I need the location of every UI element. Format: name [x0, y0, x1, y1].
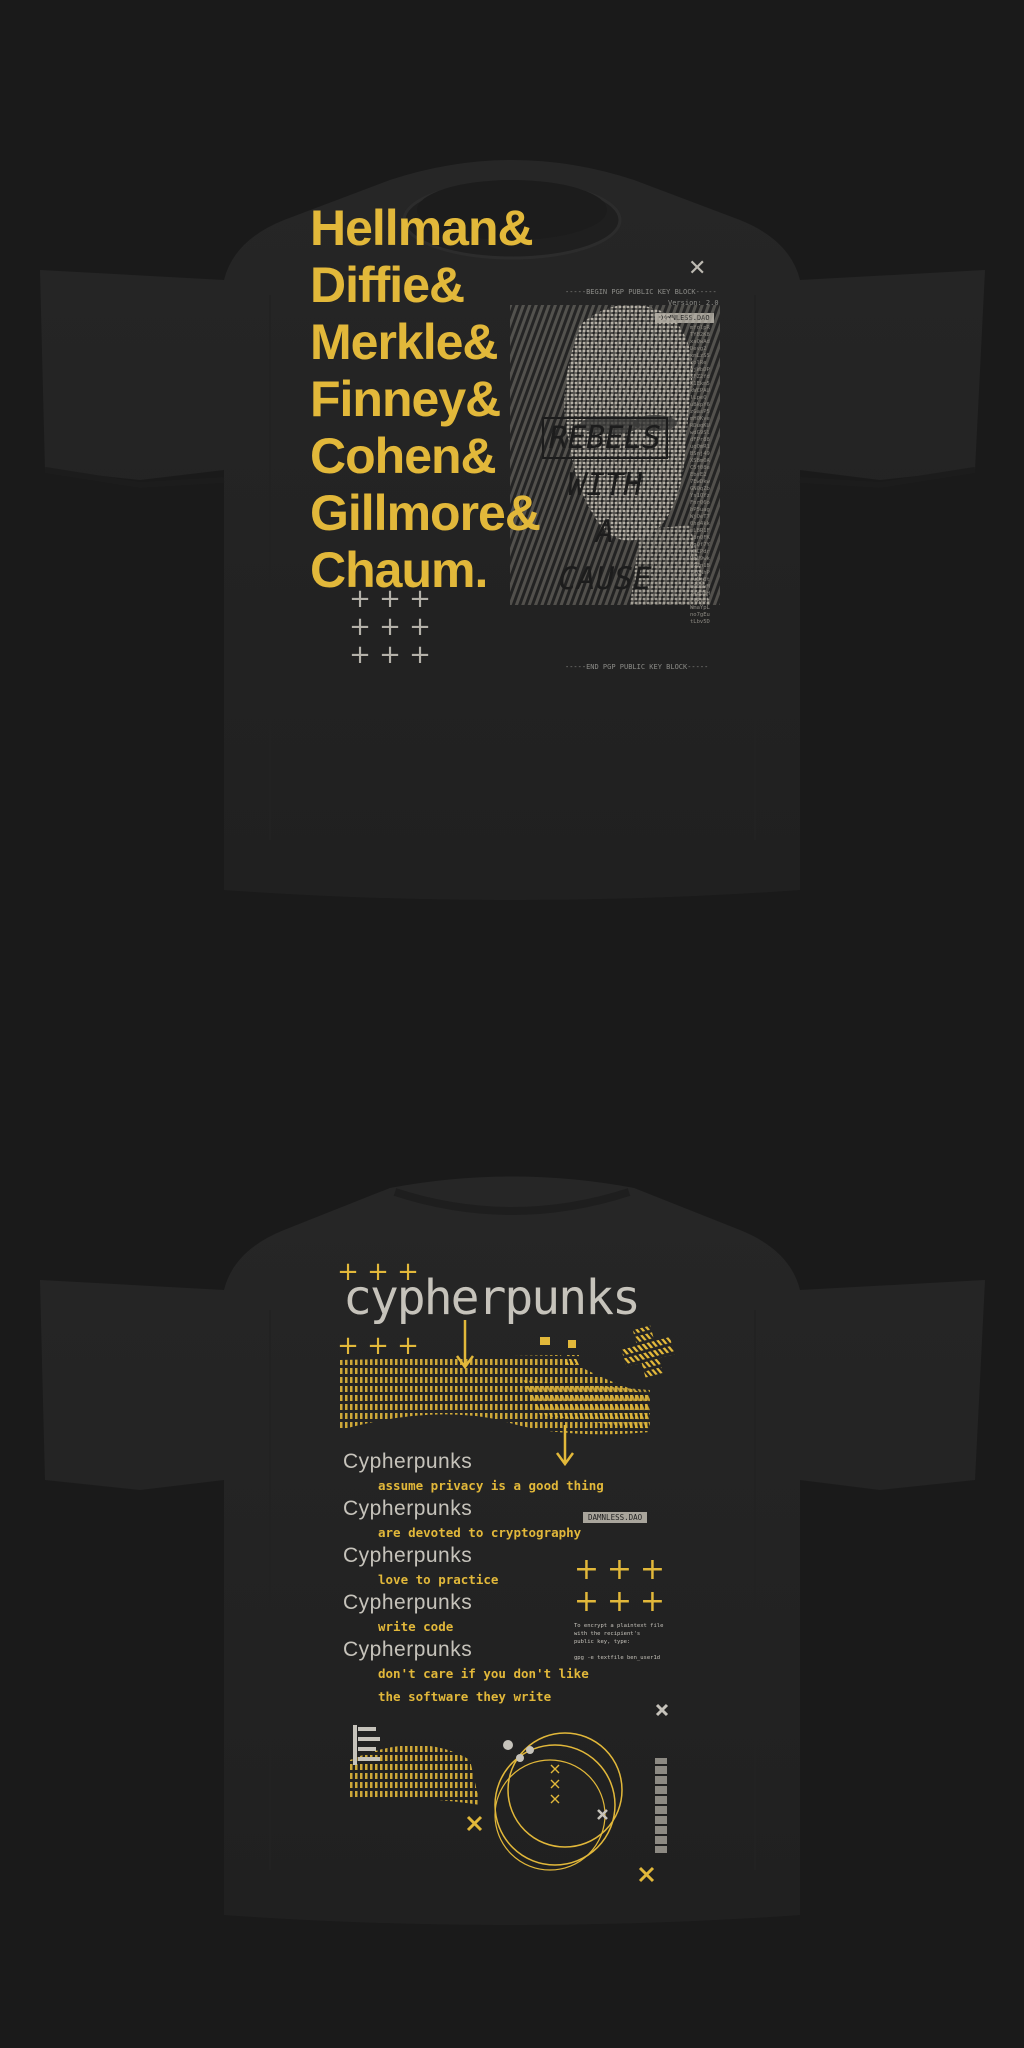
plus-icon: + [409, 584, 431, 614]
name-line: Hellman& [310, 200, 534, 256]
name-line: Diffie& [310, 257, 465, 313]
plus-icon: + [397, 1257, 419, 1287]
plus-icon: + [379, 640, 401, 670]
plus-grid-back: + + + + + + [570, 1554, 669, 1618]
name-line: Merkle& [310, 314, 499, 370]
name-line: Finney& [310, 371, 501, 427]
slogan-word: CAUSE [558, 561, 652, 597]
plus-row-top: + + + [333, 1258, 423, 1286]
plus-icon: + [573, 1584, 600, 1619]
plus-icon: + [573, 1552, 600, 1587]
plus-icon: + [349, 584, 371, 614]
manifesto-text: are devoted to cryptography [378, 1525, 582, 1540]
close-x-icon: ✕ [688, 256, 707, 281]
slogan-word: REBELS [542, 417, 668, 459]
manifesto-heading: Cypherpunks [343, 1591, 473, 1614]
plus-icon: + [367, 1331, 389, 1361]
manifesto-heading: Cypherpunks [343, 1544, 473, 1567]
plus-icon: + [639, 1552, 666, 1587]
plus-icon: + [349, 640, 371, 670]
manifesto-heading: Cypherpunks [343, 1638, 473, 1661]
plus-grid-front: + + + + + + + + + [345, 585, 435, 669]
plus-icon: + [349, 612, 371, 642]
manifesto-lines: Cypherpunks assume privacy is a good thi… [343, 1450, 604, 1708]
plus-icon: + [409, 640, 431, 670]
plus-icon: + [606, 1552, 633, 1587]
name-line: Cohen& [310, 428, 497, 484]
name-line: Gillmore& [310, 485, 541, 541]
plus-icon: + [337, 1257, 359, 1287]
slogan-word: WITH [567, 467, 643, 503]
plus-icon: + [379, 584, 401, 614]
manifesto-text: write code [378, 1619, 454, 1634]
plus-icon: + [606, 1584, 633, 1619]
plus-icon: + [639, 1584, 666, 1619]
plus-icon: + [337, 1331, 359, 1361]
manifesto-text: don't care if you don't like [378, 1666, 589, 1681]
slogan-block: REBELS WITH A CAUSE [515, 415, 695, 603]
plus-icon: + [379, 612, 401, 642]
manifesto-text: assume privacy is a good thing [378, 1478, 604, 1493]
plus-icon: + [397, 1331, 419, 1361]
manifesto-text: the software they write [378, 1689, 552, 1704]
manifesto-heading: Cypherpunks [343, 1497, 473, 1520]
slogan-word: A [595, 514, 615, 550]
plus-icon: + [367, 1257, 389, 1287]
manifesto-heading: Cypherpunks [343, 1450, 473, 1473]
cryptographer-names: Hellman& Diffie& Merkle& Finney& Cohen& … [310, 200, 541, 599]
plus-row-mid: + + + [333, 1332, 423, 1360]
plus-icon: + [409, 612, 431, 642]
